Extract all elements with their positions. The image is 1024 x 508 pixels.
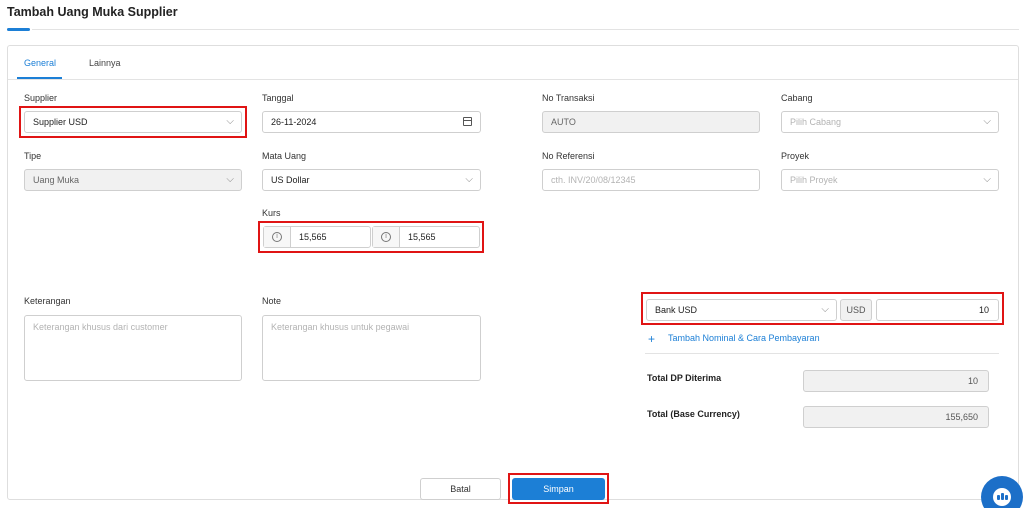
tab-lainnya[interactable]: Lainnya xyxy=(89,58,121,68)
chevron-down-icon: ⌵ xyxy=(465,174,473,185)
cabang-label: Cabang xyxy=(781,93,813,103)
no-transaksi-field: AUTO xyxy=(542,111,760,133)
no-referensi-label: No Referensi xyxy=(542,151,595,161)
cancel-button[interactable]: Batal xyxy=(420,478,501,500)
highlight-payment xyxy=(641,292,1004,325)
highlight-supplier xyxy=(19,106,247,138)
proyek-select[interactable]: Pilih Proyek ⌵ xyxy=(781,169,999,191)
note-placeholder: Keterangan khusus untuk pegawai xyxy=(271,322,410,332)
tabs-bar: General Lainnya xyxy=(8,46,1018,80)
proyek-placeholder: Pilih Proyek xyxy=(790,175,838,185)
totals-divider xyxy=(645,353,999,354)
cabang-select[interactable]: Pilih Cabang ⌵ xyxy=(781,111,999,133)
tanggal-value: 26-11-2024 xyxy=(271,117,317,127)
tab-general[interactable]: General xyxy=(24,58,56,68)
chat-dot xyxy=(1001,493,1004,500)
tanggal-label: Tanggal xyxy=(262,93,294,103)
no-referensi-placeholder: cth. INV/20/08/12345 xyxy=(551,175,636,185)
chat-dot xyxy=(997,495,1000,500)
no-referensi-input[interactable]: cth. INV/20/08/12345 xyxy=(542,169,760,191)
add-payment-link[interactable]: Tambah Nominal & Cara Pembayaran xyxy=(668,333,820,343)
chat-icon xyxy=(993,488,1011,506)
proyek-label: Proyek xyxy=(781,151,810,161)
note-textarea[interactable]: Keterangan khusus untuk pegawai xyxy=(262,315,481,381)
supplier-label: Supplier xyxy=(24,93,58,103)
total-base-label: Total (Base Currency) xyxy=(647,409,740,419)
title-divider xyxy=(32,29,1019,30)
keterangan-label: Keterangan xyxy=(24,296,71,306)
total-base-field: 155,650 xyxy=(803,406,989,428)
mata-uang-select[interactable]: US Dollar ⌵ xyxy=(262,169,481,191)
chat-dot xyxy=(1005,495,1008,500)
chevron-down-icon: ⌵ xyxy=(983,174,991,185)
mata-uang-value: US Dollar xyxy=(271,175,310,185)
keterangan-placeholder: Keterangan khusus dari customer xyxy=(33,322,168,332)
chevron-down-icon: ⌵ xyxy=(226,174,234,185)
highlight-kurs xyxy=(258,221,484,253)
keterangan-textarea[interactable]: Keterangan khusus dari customer xyxy=(24,315,242,381)
total-dp-label: Total DP Diterima xyxy=(647,373,722,383)
tipe-select: Uang Muka ⌵ xyxy=(24,169,242,191)
active-tab-indicator xyxy=(17,77,62,79)
page-title: Tambah Uang Muka Supplier xyxy=(7,5,178,19)
cabang-placeholder: Pilih Cabang xyxy=(790,117,842,127)
total-dp-field: 10 xyxy=(803,370,989,392)
title-underline xyxy=(7,28,30,31)
note-label: Note xyxy=(262,296,282,306)
kurs-label: Kurs xyxy=(262,208,281,218)
plus-icon[interactable]: + xyxy=(648,332,655,346)
mata-uang-label: Mata Uang xyxy=(262,151,307,161)
no-transaksi-label: No Transaksi xyxy=(542,93,595,103)
no-transaksi-value: AUTO xyxy=(551,117,576,127)
highlight-save xyxy=(508,473,609,504)
tipe-label: Tipe xyxy=(24,151,42,161)
tipe-value: Uang Muka xyxy=(33,175,80,185)
tanggal-date-field[interactable]: 26-11-2024 xyxy=(262,111,481,133)
chevron-down-icon: ⌵ xyxy=(983,116,991,127)
calendar-icon[interactable] xyxy=(463,117,472,126)
